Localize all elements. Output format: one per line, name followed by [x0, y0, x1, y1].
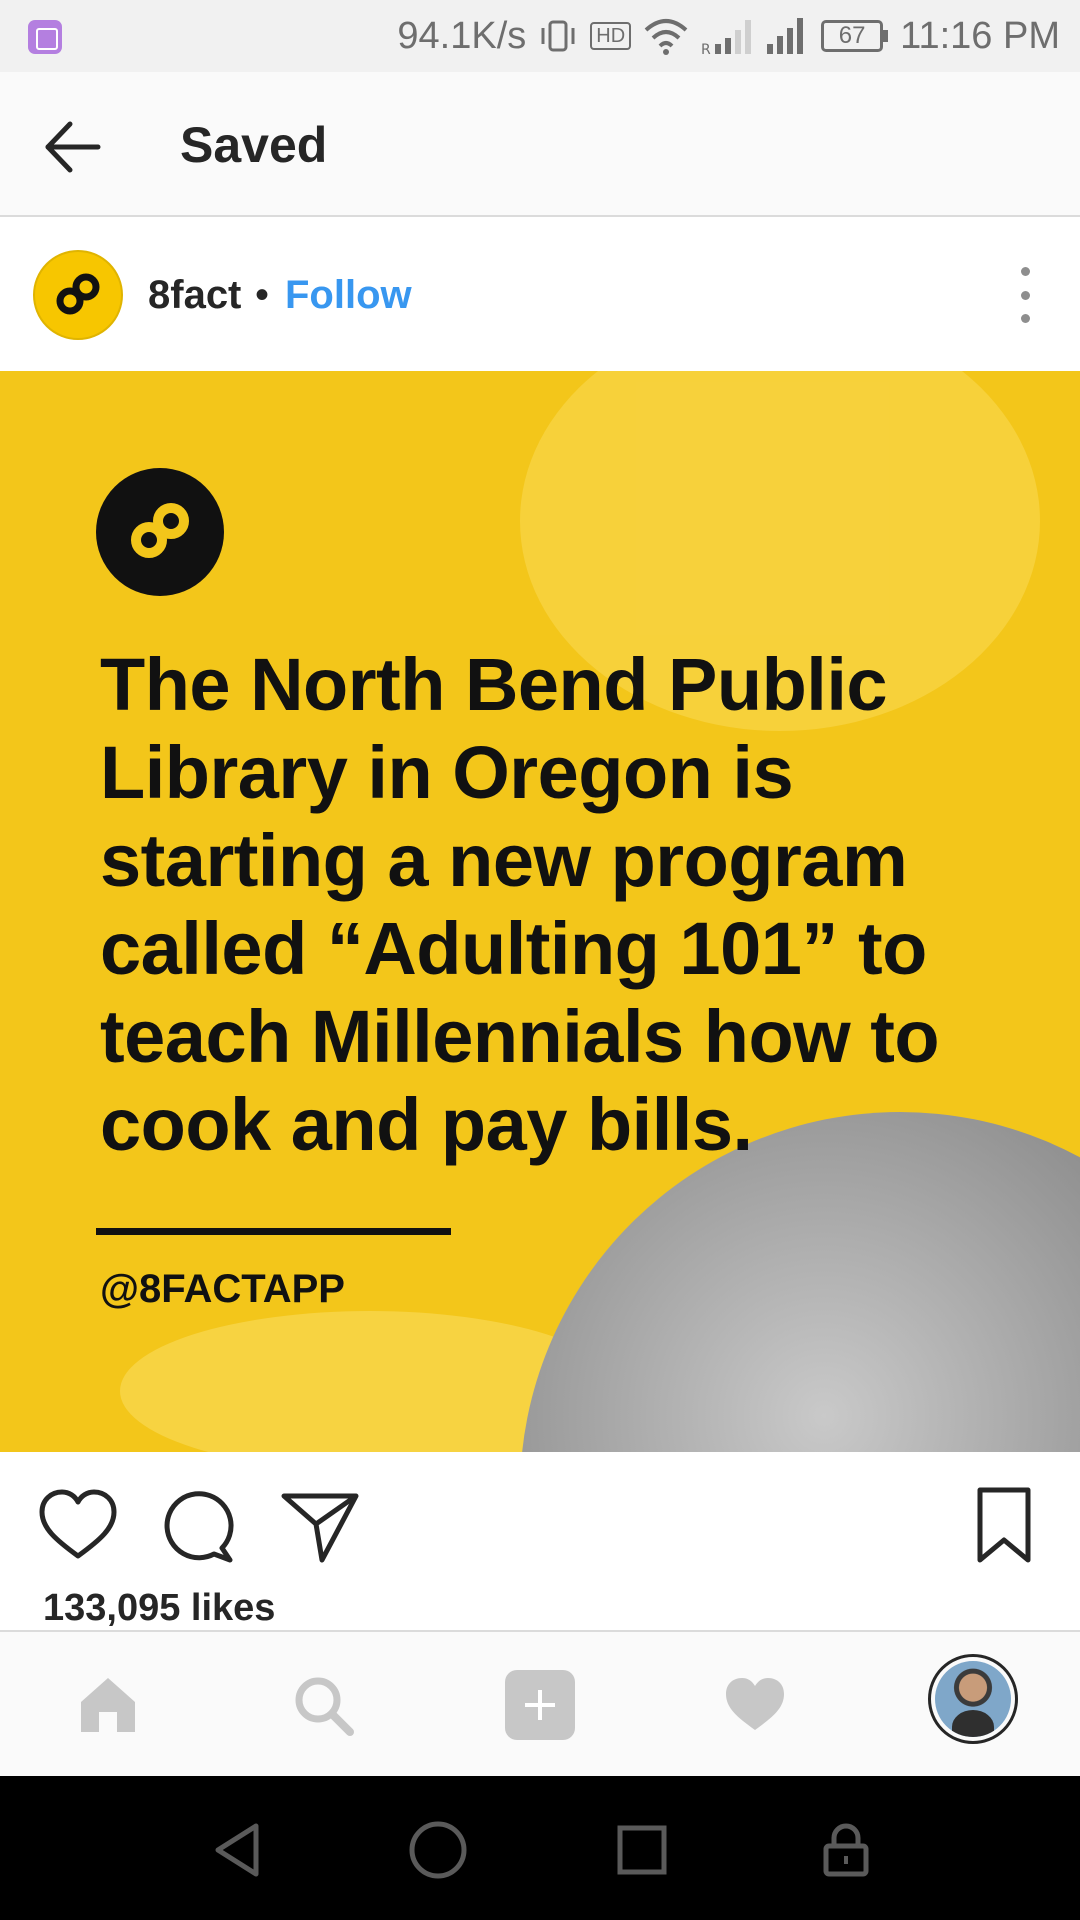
nav-home-icon [409, 1821, 467, 1879]
post-header: 8fact • Follow [0, 217, 1080, 371]
signal-icon-1: R [701, 20, 752, 56]
author-username[interactable]: 8fact [148, 273, 241, 318]
back-button[interactable] [38, 112, 108, 182]
tab-activity[interactable] [712, 1662, 798, 1748]
post-image[interactable]: The North Bend Public Library in Oregon … [0, 371, 1080, 1452]
activity-heart-icon [726, 1678, 784, 1730]
status-right: 94.1K/s HD R 67 11:16 PM [397, 0, 1060, 72]
share-button[interactable] [278, 1484, 362, 1568]
system-navigation-bar [0, 1776, 1080, 1920]
page-title: Saved [180, 117, 328, 173]
search-icon [295, 1677, 354, 1736]
clock: 11:16 PM [900, 14, 1060, 57]
svg-text:R: R [701, 42, 711, 56]
tab-profile[interactable] [928, 1654, 1018, 1744]
nav-back-icon [215, 1823, 259, 1877]
app-header: Saved [0, 72, 1080, 217]
heart-icon [39, 1489, 117, 1559]
8fact-logo-icon [56, 273, 100, 315]
back-arrow-icon [45, 121, 101, 173]
separator-dot: • [255, 273, 270, 317]
battery-level: 67 [821, 20, 884, 52]
divider [96, 1228, 451, 1235]
nav-lock-icon [823, 1823, 869, 1877]
home-icon [81, 1678, 135, 1732]
post-actions: 133,095 likes [0, 1452, 1080, 1632]
nav-lock-button[interactable] [806, 1810, 886, 1890]
comment-icon [164, 1491, 234, 1563]
wifi-icon [644, 19, 688, 55]
tab-new-post[interactable] [497, 1662, 583, 1748]
8fact-logo-icon [96, 468, 224, 596]
add-icon [505, 1670, 575, 1740]
bookmark-icon [977, 1487, 1031, 1563]
status-bar: 94.1K/s HD R 67 11:16 PM [0, 0, 1080, 72]
save-button[interactable] [962, 1484, 1046, 1568]
network-speed: 94.1K/s [397, 14, 527, 57]
nav-recent-icon [617, 1825, 667, 1875]
likes-count[interactable]: 133,095 likes [43, 1587, 275, 1630]
nav-home-button[interactable] [398, 1810, 478, 1890]
like-button[interactable] [36, 1484, 120, 1568]
follow-button[interactable]: Follow [285, 273, 412, 318]
author-avatar[interactable] [33, 250, 123, 340]
profile-avatar [935, 1661, 1011, 1737]
tab-search[interactable] [280, 1662, 366, 1748]
post-headline: The North Bend Public Library in Oregon … [100, 643, 940, 1166]
bottom-tab-bar [0, 1630, 1080, 1776]
nav-recent-button[interactable] [602, 1810, 682, 1890]
battery-icon: 67 [821, 20, 889, 52]
vibrate-icon [541, 20, 575, 52]
hd-badge: HD [590, 22, 632, 50]
share-icon [281, 1493, 359, 1563]
nav-back-button[interactable] [198, 1810, 278, 1890]
signal-icon-2 [767, 18, 804, 54]
more-options-icon[interactable] [1010, 267, 1040, 323]
tab-home[interactable] [65, 1662, 151, 1748]
comment-button[interactable] [156, 1484, 240, 1568]
post-handle: @8FACTAPP [100, 1267, 345, 1311]
gallery-icon [28, 20, 62, 54]
